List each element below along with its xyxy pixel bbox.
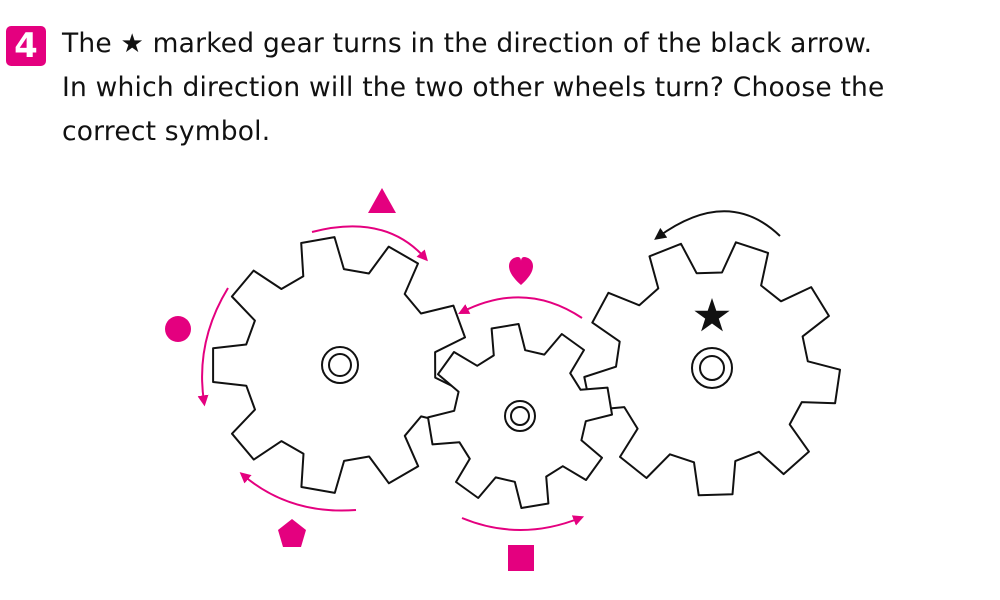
circle-icon: [165, 316, 191, 342]
middle-gear: [427, 323, 613, 509]
square-icon: [508, 545, 534, 571]
circle-arrow: [197, 287, 229, 407]
heart-icon: [509, 257, 533, 285]
right-gear: [583, 241, 841, 497]
gears-diagram: [165, 188, 841, 571]
square-arrow: [461, 515, 585, 531]
triangle-icon: [368, 188, 396, 213]
heart-arrow: [458, 296, 583, 319]
black-arrow: [654, 210, 781, 240]
left-gear: [212, 236, 466, 494]
pentagon-icon: [278, 519, 306, 547]
